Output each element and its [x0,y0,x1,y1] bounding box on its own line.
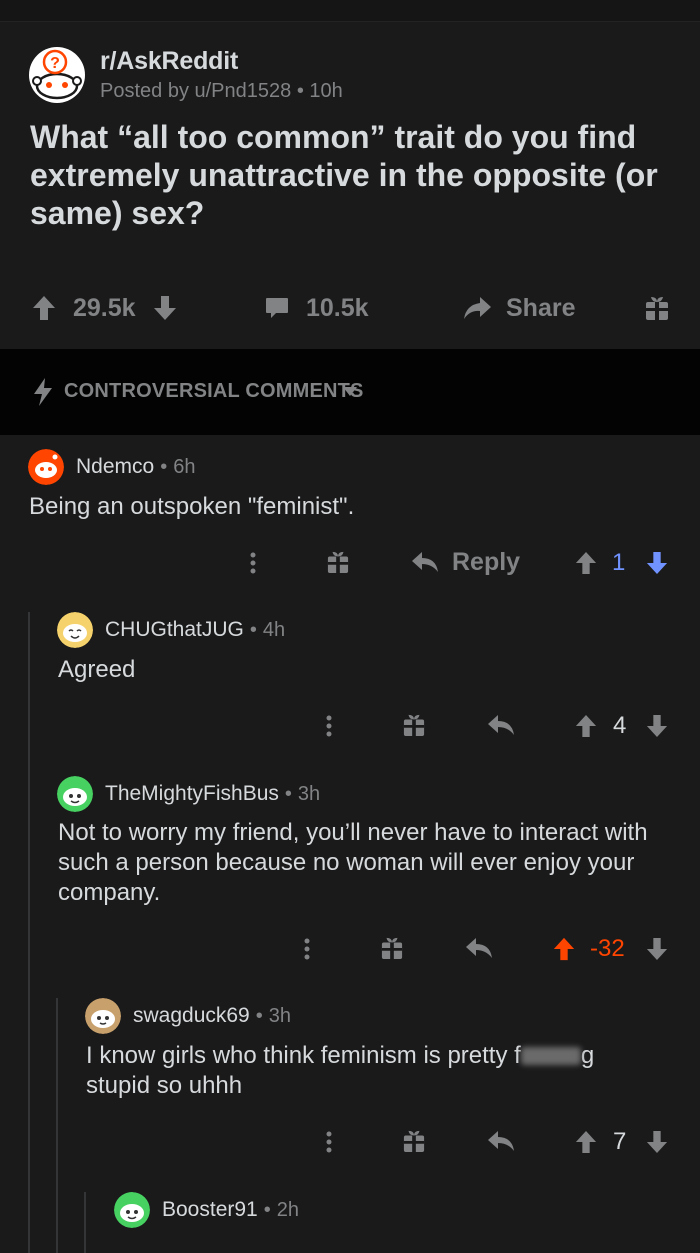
gift-award-icon[interactable] [403,712,425,738]
comment-body: I know girls who think feminism is prett… [86,1041,686,1101]
comment-header: swagduck69 • 3h [85,998,291,1034]
meta-dot: • [296,80,310,102]
comment-author[interactable]: TheMightyFishBus [105,782,279,806]
comment-body: Agreed [58,656,136,683]
avatar[interactable] [85,998,121,1034]
comment-body-line2: stupid so uhhh [86,1072,243,1099]
post-comments-button[interactable]: 10.5k [264,284,369,332]
post-upvote-button[interactable] [32,284,56,332]
upvote-arrow-icon[interactable] [552,937,576,961]
comment-body: Not to worry my friend, you’ll never hav… [58,819,648,906]
comment-time: 6h [173,455,196,478]
thread-line[interactable] [84,1192,86,1253]
post-share-button[interactable]: Share [462,284,575,332]
share-arrow-icon [464,297,491,319]
comment-bubble-icon [266,298,288,318]
comment-body-text: I know girls who think feminism is prett… [86,1042,521,1069]
comment-header: Ndemco • 6h [28,449,195,485]
upvote-arrow-icon[interactable] [575,551,597,575]
downvote-arrow-icon[interactable] [646,1130,668,1154]
post-award-button[interactable] [645,284,669,332]
reply-arrow-icon[interactable] [487,713,515,737]
comment-score: 7 [613,1128,627,1155]
meta-dot: • [160,455,168,478]
meta-dot: • [255,1004,263,1027]
gift-award-icon[interactable] [381,935,403,961]
chevron-down-icon[interactable] [343,387,357,396]
lightning-bolt-icon [34,378,52,406]
downvote-arrow-icon[interactable] [153,295,177,321]
subreddit-name[interactable]: r/AskReddit [100,47,238,76]
comment-time: 3h [297,782,321,805]
avatar[interactable] [28,449,64,485]
more-options-icon[interactable] [303,937,311,961]
comment-body-text-end: g [580,1042,595,1069]
gift-award-icon [646,297,668,320]
meta-dot: • [263,1198,271,1221]
post-age: 10h [309,80,343,102]
comment-time: 3h [268,1004,292,1027]
comment-time: 4h [262,618,286,641]
more-options-icon[interactable] [325,1130,333,1154]
comment-author[interactable]: swagduck69 [133,1004,250,1028]
upvote-arrow-icon[interactable] [575,714,597,738]
post-score: 29.5k [73,293,136,322]
gift-award-icon[interactable] [403,1128,425,1154]
reply-arrow-icon[interactable] [487,1129,515,1153]
post-meta: Posted by u/Pnd1528 • 10h [100,80,343,103]
post-card[interactable]: ? r/AskReddit Posted by u/Pnd1528 • 10h … [0,22,700,349]
comment-score: 1 [612,549,626,576]
comment-header: Booster91 • 2h [114,1192,299,1228]
comment-author[interactable]: Booster91 [162,1198,258,1222]
post-downvote-button[interactable] [153,284,177,332]
comment-body: Being an outspoken "feminist". [29,493,355,520]
upvote-arrow-icon[interactable] [575,1130,597,1154]
comment-score: -32 [590,935,625,962]
more-options-icon[interactable] [249,551,257,575]
reply-arrow-icon[interactable] [411,550,439,574]
downvote-arrow-icon[interactable] [646,551,668,575]
subreddit-icon[interactable]: ? [28,46,86,104]
meta-dot: • [284,782,292,805]
post-author[interactable]: Posted by u/Pnd1528 [100,80,291,102]
svg-text:?: ? [50,55,60,72]
post-action-bar: 29.5k 10.5k Share [0,284,700,332]
share-label: Share [506,293,576,322]
post-title[interactable]: What “all too common” trait do you find … [30,118,670,232]
more-options-icon[interactable] [325,714,333,738]
sort-label: CONTROVERSIAL COMMENTS [64,380,364,402]
post-comment-count: 10.5k [306,293,369,322]
top-status-strip [0,0,700,22]
comment-score: 4 [613,712,627,739]
comment-time: 2h [276,1198,299,1221]
gift-award-icon[interactable] [327,549,349,575]
comment-sort-bar[interactable]: CONTROVERSIAL COMMENTS [0,349,700,435]
comment-author[interactable]: CHUGthatJUG [105,618,244,642]
meta-dot: • [249,618,257,641]
censored-blur [520,1047,581,1065]
upvote-arrow-icon[interactable] [32,295,56,321]
thread-line[interactable] [56,998,58,1253]
reply-arrow-icon[interactable] [465,936,493,960]
reply-button[interactable]: Reply [452,548,520,577]
downvote-arrow-icon[interactable] [646,937,668,961]
avatar[interactable] [57,612,93,648]
comment-author[interactable]: Ndemco [76,455,154,479]
avatar[interactable] [114,1192,150,1228]
comment-header: CHUGthatJUG • 4h [57,612,285,648]
comment-header: TheMightyFishBus • 3h [57,776,320,812]
thread-line[interactable] [28,612,30,1253]
downvote-arrow-icon[interactable] [646,714,668,738]
avatar[interactable] [57,776,93,812]
